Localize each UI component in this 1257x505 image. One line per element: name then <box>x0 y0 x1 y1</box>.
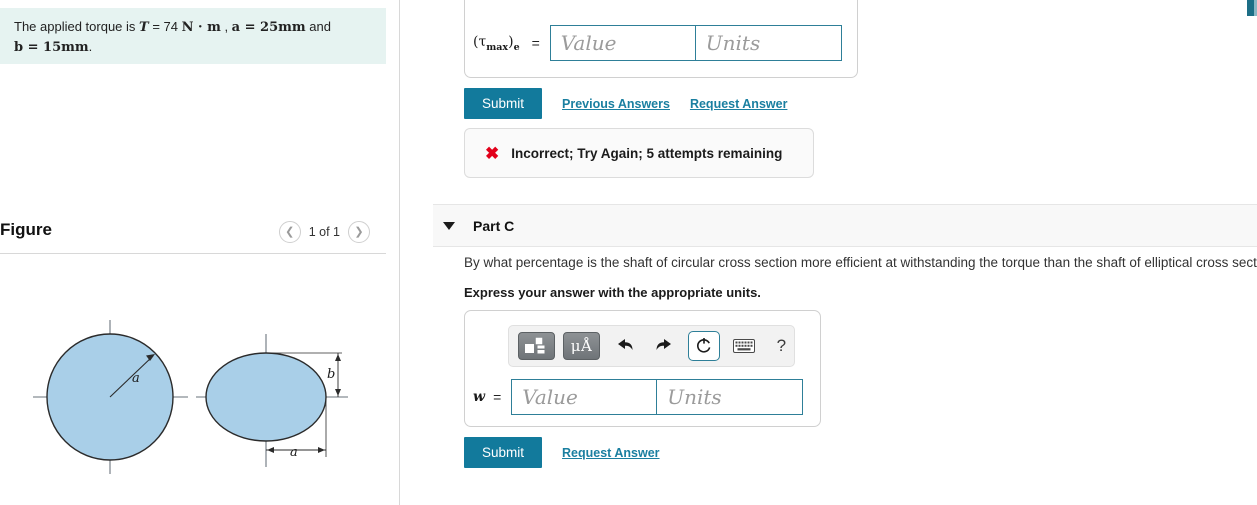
circle-radius-label: a <box>132 371 140 386</box>
part-c-title: Part C <box>473 217 515 234</box>
part-b-actions: Submit Previous Answers Request Answer <box>464 88 787 119</box>
red-x-icon: ✖ <box>485 143 500 163</box>
given-and: and <box>305 19 331 34</box>
torque-units: N · m <box>181 20 221 35</box>
math-toolbar: μÅ ? <box>508 325 795 367</box>
cross-section-figure: a b a <box>33 320 348 474</box>
part-b-answer-row: (τmax)e = <box>473 25 842 61</box>
part-b-request-answer-link[interactable]: Request Answer <box>690 97 787 111</box>
part-c-submit-button[interactable]: Submit <box>464 437 543 468</box>
torque-value: = 74 <box>148 19 182 34</box>
given-lead-text: The applied torque is <box>14 19 140 34</box>
part-b-equals: = <box>531 35 540 51</box>
part-c-request-answer-link[interactable]: Request Answer <box>562 446 659 460</box>
part-b-feedback-box: ✖ Incorrect; Try Again; 5 attempts remai… <box>464 128 814 178</box>
elliptical-cross-section <box>205 352 327 442</box>
undo-arrow-icon[interactable] <box>610 331 639 361</box>
part-c-units-input[interactable] <box>657 379 804 415</box>
part-c-value-input[interactable] <box>511 379 658 415</box>
part-b-previous-answers-link[interactable]: Previous Answers <box>562 97 670 111</box>
part-b-value-input[interactable] <box>549 25 696 61</box>
redo-arrow-icon[interactable] <box>649 331 678 361</box>
part-c-answer-row: w = <box>473 379 804 415</box>
ellipse-a-label: a <box>290 445 298 460</box>
part-c-equals: = <box>493 389 502 405</box>
figure-header: Figure ❮ 1 of 1 ❯ <box>0 218 386 254</box>
help-question-icon[interactable]: ? <box>769 336 794 356</box>
chevron-right-icon[interactable]: ❯ <box>348 221 370 243</box>
caret-down-icon[interactable] <box>443 221 455 230</box>
part-c-question-text: By what percentage is the shaft of circu… <box>464 255 1257 270</box>
units-icon-label: μÅ <box>570 337 593 355</box>
part-b-units-input[interactable] <box>695 25 842 61</box>
part-c-answer-label: w <box>473 389 486 405</box>
problem-panel: (τmax)e = Submit Previous Answers Reques… <box>400 0 1257 505</box>
math-template-icon[interactable] <box>518 332 556 360</box>
figure-pager-label: 1 of 1 <box>308 225 340 239</box>
part-b-answer-label: (τmax)e <box>473 33 520 53</box>
given-comma: , <box>220 19 232 34</box>
figure-panel: The applied torque is T = 74 N · m , a =… <box>0 0 400 505</box>
reset-circular-arrow-icon[interactable] <box>688 331 720 361</box>
a-dimension: a = 25mm <box>231 20 306 35</box>
part-b-feedback-text: Incorrect; Try Again; 5 attempts remaini… <box>511 145 783 161</box>
figure-title: Figure <box>0 220 52 239</box>
micro-angstrom-units-icon[interactable]: μÅ <box>563 332 601 360</box>
page-root: The applied torque is T = 74 N · m , a =… <box>0 0 1257 505</box>
chevron-left-icon[interactable]: ❮ <box>278 221 301 243</box>
part-c-instruction-text: Express your answer with the appropriate… <box>464 285 761 300</box>
part-c-header[interactable]: Part C <box>433 204 1257 247</box>
b-dimension: b = 15mm <box>14 40 89 55</box>
given-values-box: The applied torque is T = 74 N · m , a =… <box>0 8 386 64</box>
figure-divider <box>0 253 386 254</box>
keyboard-icon[interactable] <box>730 332 759 360</box>
part-b-answer-box: (τmax)e = <box>464 0 858 78</box>
part-b-submit-button[interactable]: Submit <box>464 88 543 119</box>
part-c-answer-box: μÅ ? w = Value Units <box>464 310 821 427</box>
ellipse-b-label: b <box>327 367 335 382</box>
torque-symbol: T <box>139 20 149 35</box>
given-period: . <box>88 39 93 54</box>
part-c-actions: Submit Request Answer <box>464 437 660 468</box>
figure-pager: ❮ 1 of 1 ❯ <box>278 221 370 243</box>
